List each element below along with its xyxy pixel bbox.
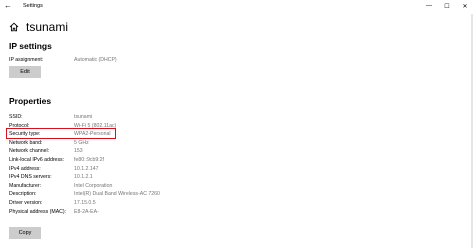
- maximize-icon[interactable]: ☐: [438, 0, 456, 12]
- description-value: Intel(R) Dual Band Wireless-AC 7260: [74, 191, 160, 198]
- page-title: tsunami: [26, 20, 69, 34]
- security-type-highlight: [6, 128, 116, 139]
- network-band-label: Network band:: [9, 139, 43, 146]
- ipv4-dns-label: IPv4 DNS servers:: [9, 174, 52, 181]
- page-header: tsunami: [9, 20, 68, 34]
- ssid-value: tsunami: [74, 114, 93, 120]
- manufacturer-value: Intel Corporation: [74, 182, 113, 189]
- ip-assignment-label: IP assignment:: [9, 57, 44, 63]
- ssid-label: SSID:: [9, 114, 23, 120]
- copy-button[interactable]: Copy: [9, 227, 41, 239]
- ipv6-address-label: Link-local IPv6 address:: [9, 157, 65, 163]
- ipv4-address-label: IPv4 address:: [9, 165, 41, 172]
- minimize-icon[interactable]: —: [420, 0, 438, 12]
- network-band-value: 5 GHz: [74, 139, 89, 146]
- driver-version-value: 17.15.0.5: [74, 200, 96, 206]
- properties-heading: Properties: [9, 96, 52, 106]
- network-channel-label: Network channel:: [9, 148, 50, 155]
- back-arrow-icon[interactable]: ←: [4, 1, 14, 11]
- driver-version-label: Driver version:: [9, 200, 43, 206]
- description-label: Description:: [9, 191, 37, 198]
- window-controls: — ☐ ✕: [420, 0, 474, 12]
- title-bar: ← Settings — ☐ ✕: [0, 0, 474, 12]
- mac-address-value: E8-2A-EA-: [74, 208, 99, 215]
- mac-address-label: Physical address (MAC):: [9, 208, 67, 215]
- ipv6-address-value: fe80::9cb9:2f: [74, 157, 104, 163]
- home-icon: [9, 22, 19, 32]
- close-icon[interactable]: ✕: [456, 0, 474, 12]
- ipv4-dns-value: 10.1.2.1: [74, 174, 93, 181]
- edit-button[interactable]: Edit: [9, 66, 41, 78]
- ip-assignment-value: Automatic (DHCP): [74, 57, 117, 63]
- scrollbar[interactable]: [471, 14, 473, 248]
- network-channel-value: 153: [74, 148, 83, 155]
- ipv4-address-value: 10.1.2.147: [74, 165, 99, 172]
- manufacturer-label: Manufacturer:: [9, 182, 42, 189]
- window-title: Settings: [23, 3, 43, 9]
- ip-settings-heading: IP settings: [9, 41, 52, 51]
